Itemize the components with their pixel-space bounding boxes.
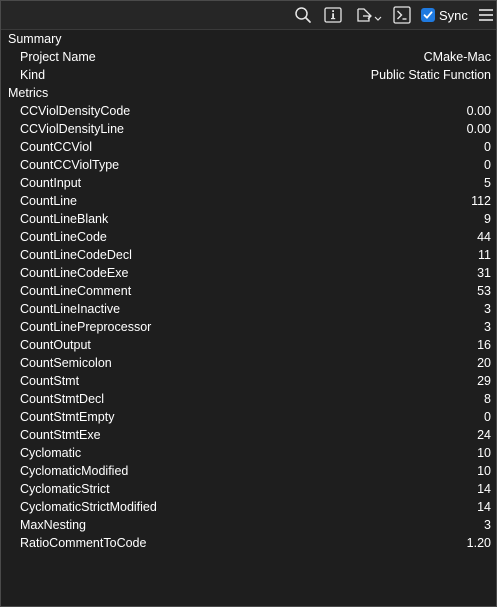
metric-label: CountStmtEmpty — [20, 410, 115, 424]
metric-row[interactable]: CountCCViolType 0 — [1, 156, 496, 174]
metric-label: CountOutput — [20, 338, 91, 352]
metric-row[interactable]: CountLineInactive 3 — [1, 300, 496, 318]
metric-label: CountLineBlank — [20, 212, 109, 226]
metric-label: CountCCViolType — [20, 158, 120, 172]
metric-value: 14 — [477, 500, 491, 514]
metric-value: 29 — [477, 374, 491, 388]
metric-row[interactable]: CountOutput 16 — [1, 336, 496, 354]
metric-row[interactable]: CountStmtEmpty 0 — [1, 408, 496, 426]
metric-label: RatioCommentToCode — [20, 536, 147, 550]
metric-label: CyclomaticModified — [20, 464, 129, 478]
metric-label: MaxNesting — [20, 518, 86, 532]
metric-label: CyclomaticStrict — [20, 482, 110, 496]
metric-value: 3 — [484, 302, 491, 316]
info-icon[interactable] — [323, 5, 343, 25]
metrics-panel: Sync Summary Project Name CMake-Mac Kind Pu… — [0, 0, 497, 607]
metric-label: CountLineCodeExe — [20, 266, 129, 280]
metric-row[interactable]: CountLinePreprocessor 3 — [1, 318, 496, 336]
metric-value: 0 — [484, 410, 491, 424]
metric-value: 112 — [471, 194, 491, 208]
metric-row[interactable]: CountStmt 29 — [1, 372, 496, 390]
metric-row[interactable]: CCViolDensityLine 0.00 — [1, 120, 496, 138]
metric-row[interactable]: CountLineComment 53 — [1, 282, 496, 300]
metric-row[interactable]: CyclomaticModified 10 — [1, 462, 496, 480]
metric-value: 16 — [477, 338, 491, 352]
metric-row[interactable]: Cyclomatic 10 — [1, 444, 496, 462]
sync-checkbox[interactable] — [421, 8, 435, 22]
metric-row[interactable]: CCViolDensityCode 0.00 — [1, 102, 496, 120]
metric-value: 3 — [484, 320, 491, 334]
metric-value: 0.00 — [466, 104, 491, 118]
metric-value: Public Static Function — [370, 68, 491, 82]
metric-row[interactable]: CountStmtDecl 8 — [1, 390, 496, 408]
metric-label: CountLineCode — [20, 230, 107, 244]
metric-value: 0.00 — [466, 122, 491, 136]
metric-row[interactable]: CyclomaticStrict 14 — [1, 480, 496, 498]
metrics-list: Summary Project Name CMake-Mac Kind Public … — [1, 30, 496, 552]
hamburger-menu-icon[interactable] — [476, 5, 496, 25]
metric-value: 31 — [477, 266, 491, 280]
metric-value: CMake-Mac — [423, 50, 491, 64]
sync-toggle[interactable]: Sync — [421, 6, 468, 24]
section-heading-metrics: Metrics — [8, 86, 49, 100]
metric-value: 1.20 — [466, 536, 491, 550]
metric-row[interactable]: CountLineCodeExe 31 — [1, 264, 496, 282]
metric-value: 0 — [484, 140, 491, 154]
metric-label: CCViolDensityLine — [20, 122, 124, 136]
metric-label: CountLinePreprocessor — [20, 320, 152, 334]
metric-value: 53 — [477, 284, 491, 298]
metric-row[interactable]: Kind Public Static Function — [1, 66, 496, 84]
metric-value: 10 — [477, 446, 491, 460]
metric-row[interactable]: CountSemicolon 20 — [1, 354, 496, 372]
metric-label: CyclomaticStrictModified — [20, 500, 157, 514]
metric-value: 3 — [484, 518, 491, 532]
metric-row[interactable]: CyclomaticStrictModified 14 — [1, 498, 496, 516]
metric-value: 44 — [477, 230, 491, 244]
metric-label: CountStmt — [20, 374, 80, 388]
metric-row[interactable]: MaxNesting 3 — [1, 516, 496, 534]
metric-label: CountCCViol — [20, 140, 93, 154]
metric-row[interactable]: CountLine 112 — [1, 192, 496, 210]
metric-value: 5 — [484, 176, 491, 190]
metric-row[interactable]: CountLineCode 44 — [1, 228, 496, 246]
metric-value: 8 — [484, 392, 491, 406]
metric-value: 0 — [484, 158, 491, 172]
sync-label: Sync — [439, 7, 468, 23]
metric-value: 24 — [477, 428, 491, 442]
metric-label: CountLine — [20, 194, 77, 208]
metric-row[interactable]: CountStmtExe 24 — [1, 426, 496, 444]
export-icon[interactable] — [355, 5, 385, 25]
metric-row[interactable]: CountCCViol 0 — [1, 138, 496, 156]
checkmark-icon — [423, 11, 433, 19]
metric-value: 10 — [477, 464, 491, 478]
metric-row[interactable]: CountLineBlank 9 — [1, 210, 496, 228]
metric-row[interactable]: CountLineCodeDecl 11 — [1, 246, 496, 264]
toolbar: Sync — [1, 1, 496, 30]
metric-label: CountLineInactive — [20, 302, 121, 316]
metric-label: CountStmtExe — [20, 428, 101, 442]
terminal-icon[interactable] — [391, 5, 413, 25]
section-heading-summary: Summary — [8, 32, 62, 46]
metric-label: CountSemicolon — [20, 356, 112, 370]
metric-row[interactable]: Project Name CMake-Mac — [1, 48, 496, 66]
metric-label: CountLineComment — [20, 284, 132, 298]
metric-label: Project Name — [20, 50, 96, 64]
metric-row[interactable]: RatioCommentToCode 1.20 — [1, 534, 496, 552]
metric-label: Cyclomatic — [20, 446, 82, 460]
metric-value: 11 — [478, 248, 491, 262]
metric-label: Kind — [20, 68, 46, 82]
search-icon[interactable] — [293, 5, 313, 25]
metric-value: 9 — [484, 212, 491, 226]
metric-label: CCViolDensityCode — [20, 104, 131, 118]
metric-label: CountLineCodeDecl — [20, 248, 132, 262]
metric-label: CountInput — [20, 176, 82, 190]
metric-row[interactable]: CountInput 5 — [1, 174, 496, 192]
metric-value: 14 — [477, 482, 491, 496]
metric-value: 20 — [477, 356, 491, 370]
metric-label: CountStmtDecl — [20, 392, 105, 406]
